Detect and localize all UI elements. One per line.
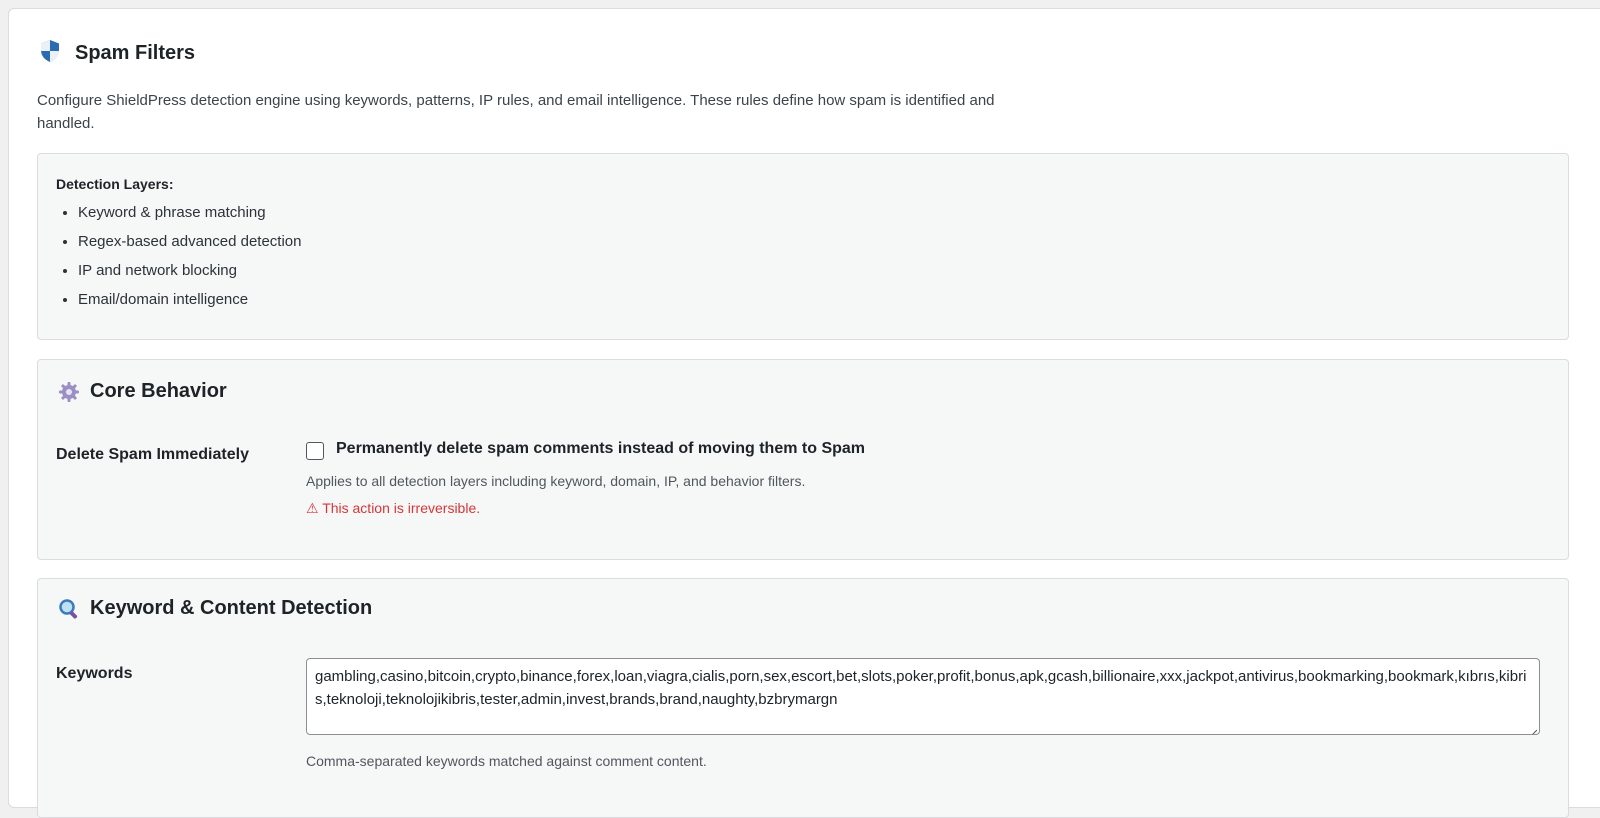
delete-spam-help: Applies to all detection layers includin… bbox=[306, 473, 806, 489]
resize-handle-icon[interactable] bbox=[1527, 722, 1538, 734]
core-behavior-card: Core Behavior Delete Spam Immediately Pe… bbox=[37, 359, 1569, 560]
irreversible-warning: ⚠ This action is irreversible. bbox=[306, 500, 481, 516]
list-item: Keyword & phrase matching bbox=[78, 198, 302, 227]
keywords-help: Comma-separated keywords matched against… bbox=[306, 753, 707, 769]
keyword-detection-header: Keyword & Content Detection bbox=[58, 597, 372, 620]
keyword-detection-card: Keyword & Content Detection Keywords gam… bbox=[37, 578, 1569, 818]
page-header: Spam Filters bbox=[39, 39, 195, 68]
gear-icon bbox=[58, 381, 80, 403]
detection-layers-card: Detection Layers: Keyword & phrase match… bbox=[37, 153, 1569, 340]
keywords-textarea[interactable]: gambling,casino,bitcoin,crypto,binance,f… bbox=[306, 658, 1540, 735]
delete-spam-checkbox-label[interactable]: Permanently delete spam comments instead… bbox=[336, 440, 865, 458]
magnifier-icon bbox=[58, 598, 80, 620]
list-item: IP and network blocking bbox=[78, 256, 302, 285]
delete-spam-label: Delete Spam Immediately bbox=[56, 446, 249, 463]
page-title: Spam Filters bbox=[75, 42, 196, 64]
page-description: Configure ShieldPress detection engine u… bbox=[37, 92, 995, 132]
detection-layers-list: Keyword & phrase matching Regex-based ad… bbox=[56, 198, 302, 314]
list-item: Regex-based advanced detection bbox=[78, 227, 302, 256]
core-behavior-title: Core Behavior bbox=[90, 380, 227, 402]
list-item: Email/domain intelligence bbox=[78, 285, 302, 314]
delete-spam-checkbox[interactable] bbox=[306, 442, 324, 460]
keyword-detection-title: Keyword & Content Detection bbox=[90, 597, 373, 619]
core-behavior-header: Core Behavior bbox=[58, 380, 227, 403]
keywords-label: Keywords bbox=[56, 665, 133, 682]
settings-panel: Spam Filters Configure ShieldPress detec… bbox=[8, 8, 1600, 818]
keywords-value: gambling,casino,bitcoin,crypto,binance,f… bbox=[315, 668, 1527, 708]
detection-layers-title: Detection Layers: bbox=[56, 176, 174, 192]
shield-icon bbox=[39, 39, 61, 68]
